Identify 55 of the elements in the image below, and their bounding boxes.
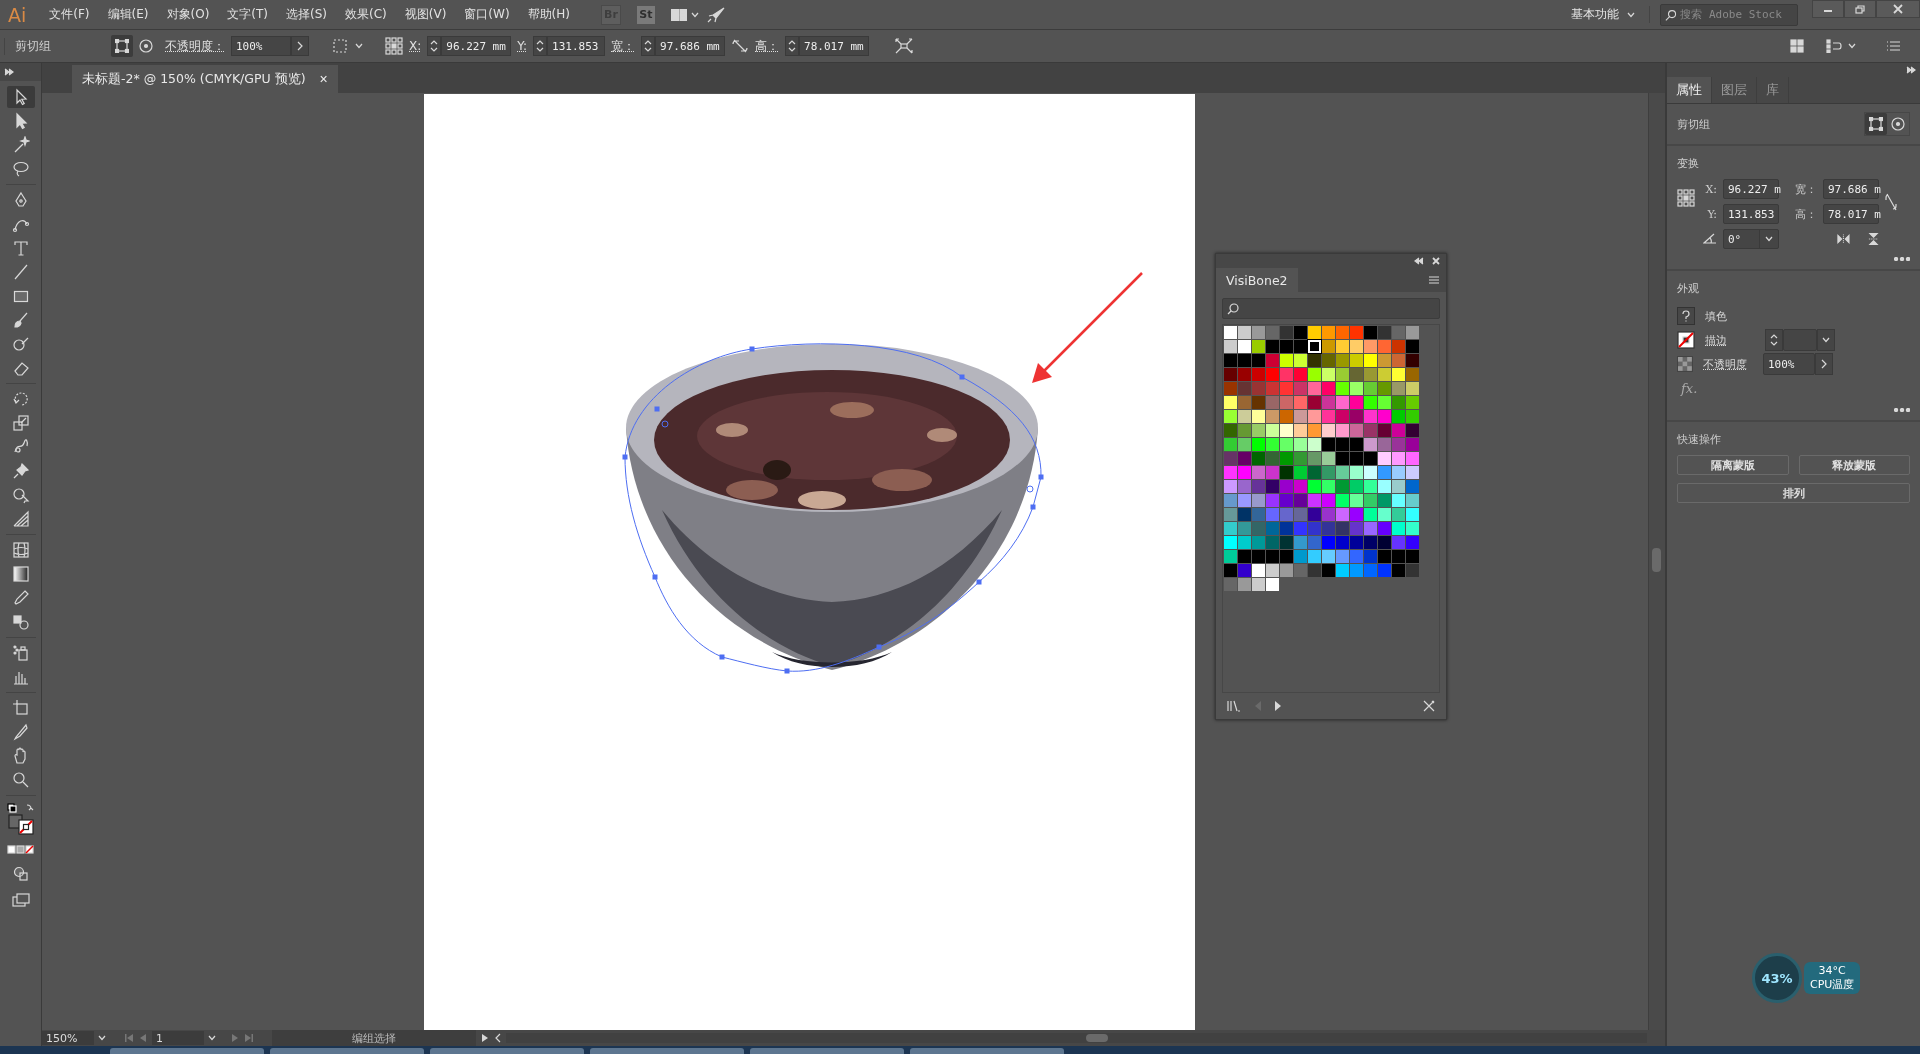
quick-action-button[interactable]: 排列 [1677, 483, 1910, 503]
x-label: X: [1704, 182, 1717, 196]
height-label: 高： [1794, 206, 1817, 222]
width-label: 宽： [611, 37, 636, 55]
height-field[interactable]: 78.017 m [1823, 204, 1879, 224]
section-heading: 变换 [1677, 156, 1700, 171]
panel-tab[interactable]: VisiBone2 [1216, 268, 1298, 292]
width-label: 宽： [1794, 181, 1817, 197]
menu-item[interactable]: 选择(S) [277, 6, 336, 23]
menu-item[interactable]: 文字(T) [218, 6, 277, 23]
quick-action-button[interactable]: 释放蒙版 [1798, 455, 1910, 475]
menu-item[interactable]: 编辑(E) [98, 6, 158, 23]
app-logo: Ai [7, 3, 28, 26]
zoom-field[interactable]: 150% [42, 1031, 94, 1045]
x-field[interactable]: 96.227 mm [441, 36, 512, 56]
section-heading: 快速操作 [1677, 432, 1722, 447]
x-label: X: [409, 39, 422, 53]
quick-action-button[interactable]: 隔离蒙版 [1677, 455, 1789, 475]
effects-button[interactable]: fx. [1677, 380, 1698, 396]
opacity-label[interactable]: 不透明度 [1703, 356, 1753, 372]
menu-item[interactable]: 效果(C) [336, 6, 396, 23]
temperature-text: 34°C [1818, 964, 1846, 977]
search-field[interactable]: 搜索 Adobe Stock [1660, 3, 1798, 26]
width-field[interactable]: 97.686 mm [655, 36, 726, 56]
menu-item[interactable]: 窗口(W) [455, 6, 519, 23]
y-label: Y: [517, 39, 528, 53]
cpu-label: CPU温度 [1810, 977, 1855, 992]
workspace-dropdown[interactable]: 基本功能 [1557, 6, 1650, 23]
x-field[interactable]: 96.227 m [1723, 179, 1779, 199]
panel-tab[interactable]: 属性 [1667, 77, 1712, 103]
opacity-field[interactable]: 100% [1763, 353, 1815, 375]
menu-item[interactable]: 视图(V) [395, 6, 456, 23]
document-tab[interactable]: 未标题-2* @ 150% (CMYK/GPU 预览) × [72, 65, 338, 93]
fill-label: 填色 [1705, 308, 1728, 324]
section-heading: 外观 [1677, 281, 1700, 296]
opacity-field[interactable]: 100% [231, 36, 291, 56]
stroke-label[interactable]: 描边 [1705, 332, 1755, 348]
y-label: Y: [1706, 207, 1717, 221]
height-label: 高： [755, 37, 780, 55]
cpu-usage-gauge: 43% [1752, 953, 1802, 1003]
y-field[interactable]: 131.853 [1723, 204, 1779, 224]
y-field[interactable]: 131.853 [547, 36, 606, 56]
menu-item[interactable]: 文件(F) [40, 6, 99, 23]
opacity-label: 不透明度： [165, 37, 225, 55]
menu-item[interactable]: 帮助(H) [518, 6, 579, 23]
menu-item[interactable]: 对象(O) [157, 6, 219, 23]
height-field[interactable]: 78.017 mm [799, 36, 870, 56]
close-tab-button[interactable]: × [319, 71, 328, 87]
object-type-label: 剪切组 [4, 37, 105, 55]
artboard-field[interactable]: 1 [152, 1031, 204, 1045]
width-field[interactable]: 97.686 m [1823, 179, 1879, 199]
document-title: 未标题-2* @ 150% (CMYK/GPU 预览) [82, 70, 306, 88]
object-type-label: 剪切组 [1677, 116, 1710, 132]
angle-field[interactable]: 0° [1723, 229, 1779, 249]
current-tool-label: 编组选择 [272, 1030, 476, 1046]
